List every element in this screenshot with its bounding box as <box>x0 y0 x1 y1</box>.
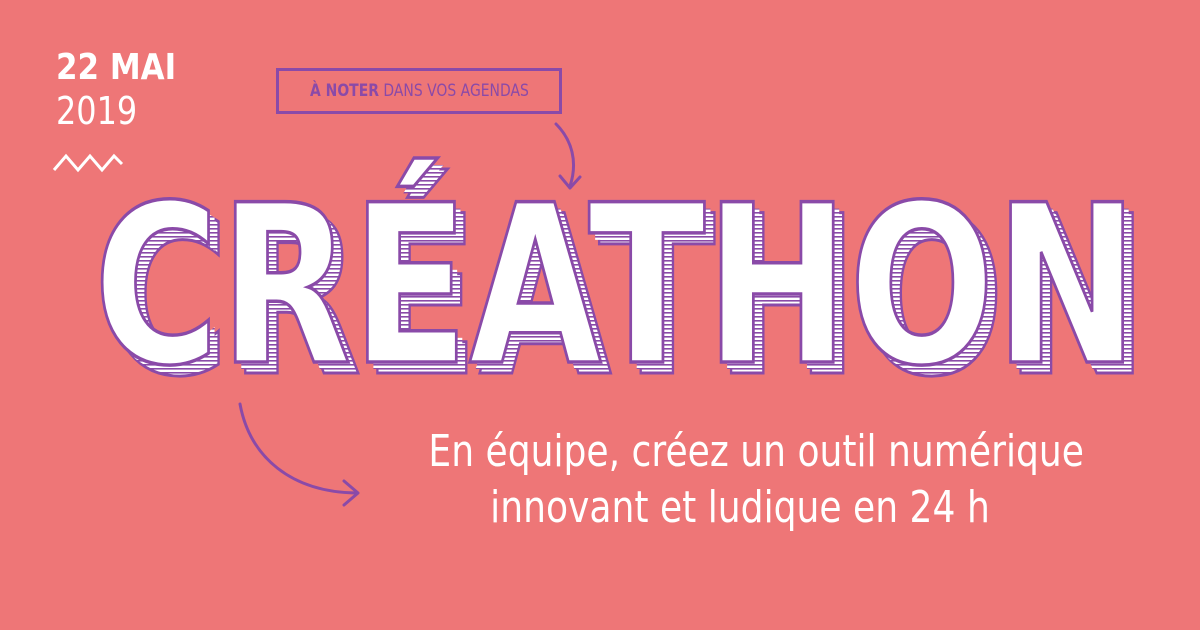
tagline: En équipe, créez un outil numérique inno… <box>360 424 1120 536</box>
tagline-line-1: En équipe, créez un outil numérique <box>428 426 1084 477</box>
banner: 22 MAI 2019 À NOTER DANS VOS AGENDAS CRÉ… <box>0 0 1200 630</box>
tagline-line-2: innovant et ludique en 24 h <box>490 482 990 533</box>
